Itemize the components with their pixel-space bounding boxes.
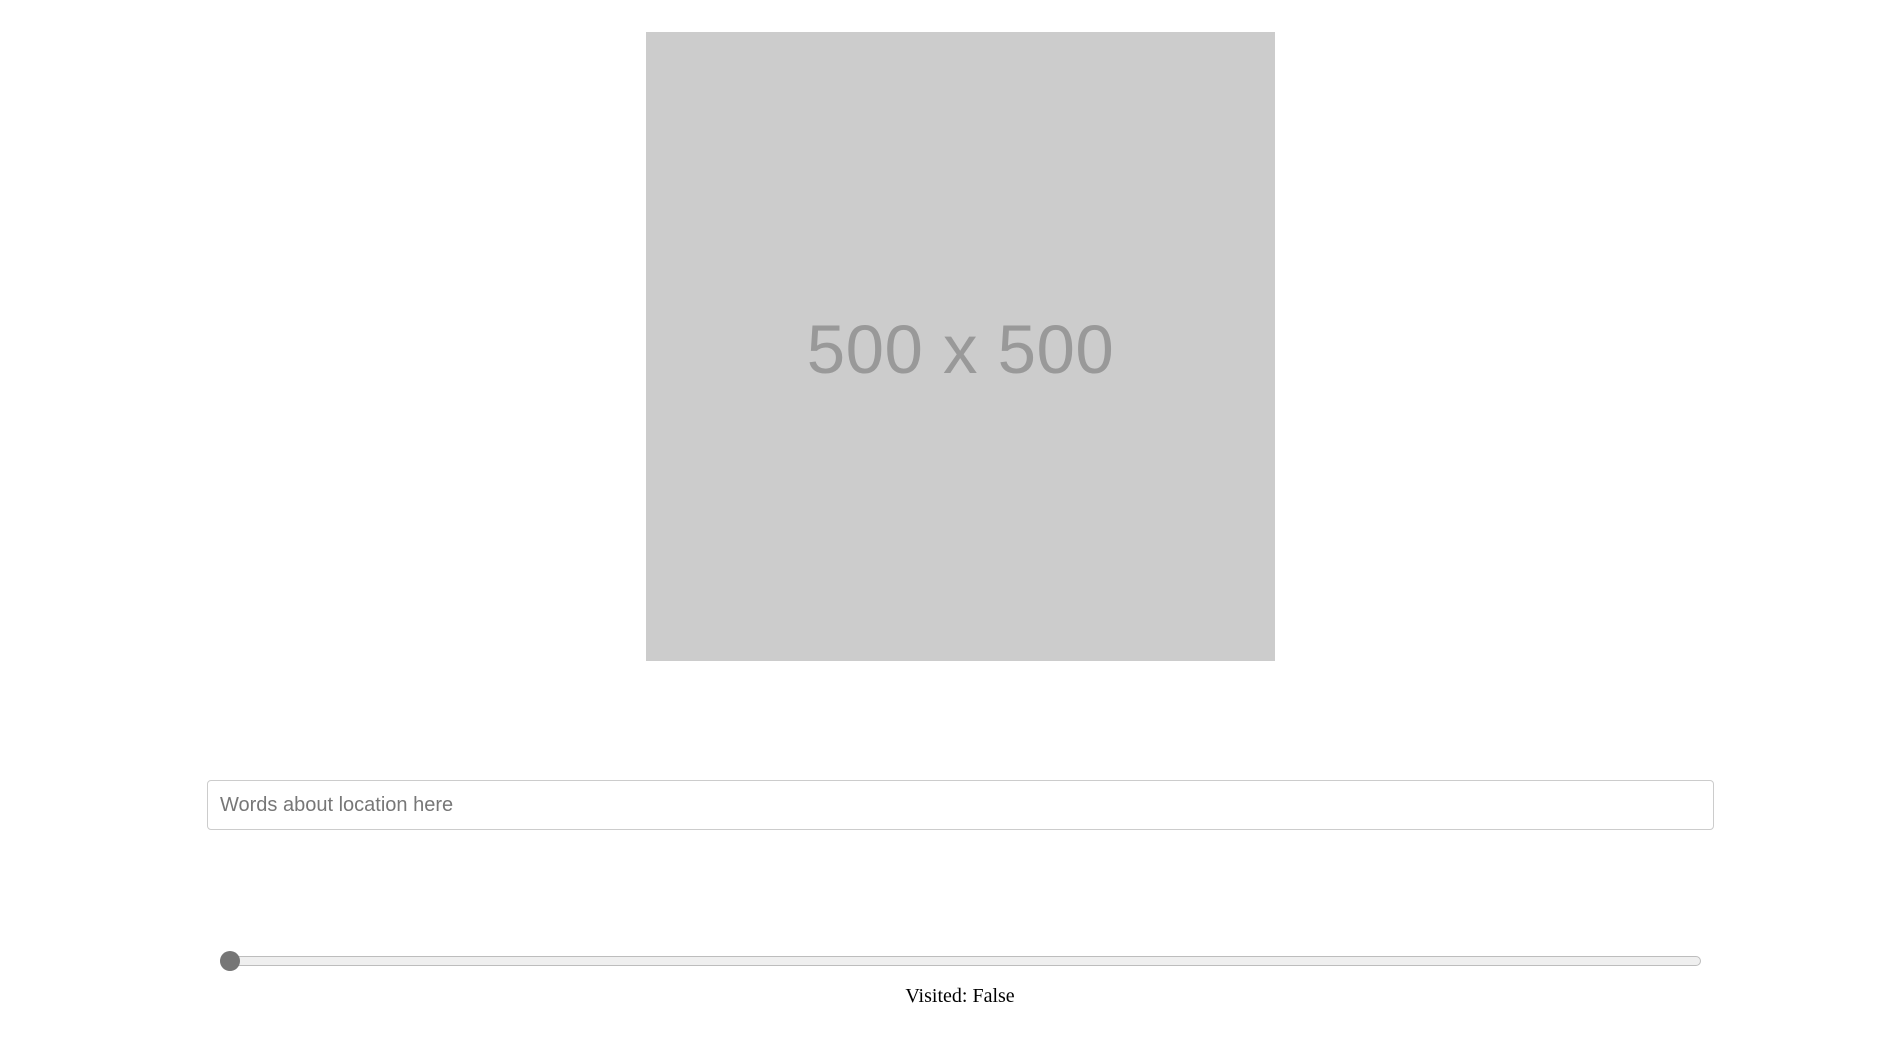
page: 500 x 500 Visited: False bbox=[0, 0, 1884, 1060]
location-description-input[interactable] bbox=[207, 780, 1714, 830]
location-image: 500 x 500 bbox=[646, 32, 1275, 661]
slider-track[interactable] bbox=[220, 956, 1701, 966]
visited-status: Visited: False bbox=[905, 985, 1015, 1007]
image-placeholder-label: 500 x 500 bbox=[806, 311, 1115, 388]
slider-thumb[interactable] bbox=[220, 951, 240, 971]
